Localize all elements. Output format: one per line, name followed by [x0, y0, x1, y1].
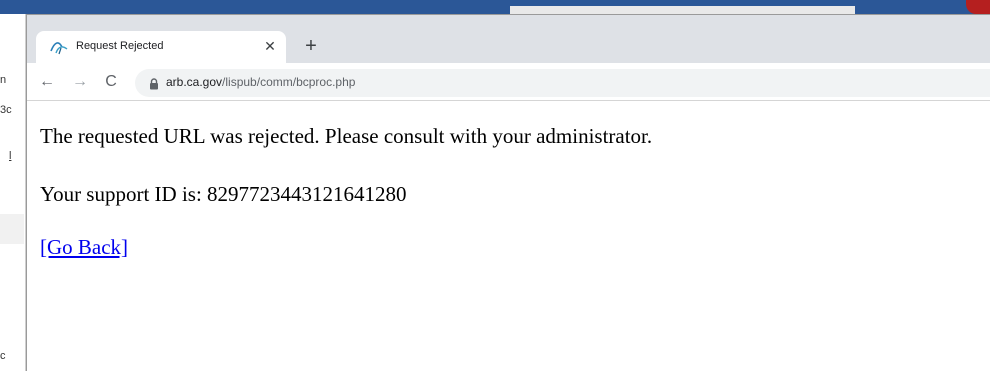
- background-window-edge: n 3c l c: [0, 14, 26, 371]
- background-panel: [0, 214, 24, 244]
- background-window-tab: [510, 6, 855, 14]
- reload-icon[interactable]: C: [101, 72, 121, 92]
- new-tab-button[interactable]: +: [301, 36, 321, 56]
- tab-title: Request Rejected: [76, 40, 164, 52]
- lock-icon[interactable]: [149, 77, 159, 90]
- back-arrow-icon[interactable]: ←: [37, 72, 57, 92]
- background-text-fragment: c: [0, 350, 6, 362]
- background-taskbar: [0, 0, 990, 14]
- go-back-container: [Go Back]: [40, 235, 128, 260]
- url-text[interactable]: arb.ca.gov/lispub/comm/bcproc.php: [166, 75, 355, 89]
- tab-strip: Request Rejected ✕ +: [27, 15, 990, 63]
- background-close-area: [966, 0, 990, 14]
- background-text-fragment: l: [9, 150, 12, 162]
- ca-arb-icon: [50, 39, 68, 55]
- page-content: The requested URL was rejected. Please c…: [27, 102, 990, 371]
- browser-toolbar: ← → C arb.ca.gov/lispub/comm/bcproc.php: [27, 63, 990, 101]
- close-icon[interactable]: ✕: [262, 38, 278, 54]
- background-text-fragment: n: [0, 74, 7, 86]
- url-domain: arb.ca.gov: [166, 75, 223, 89]
- background-text-fragment: 3c: [0, 104, 12, 116]
- forward-arrow-icon[interactable]: →: [70, 72, 90, 92]
- tab-request-rejected[interactable]: Request Rejected ✕: [36, 31, 286, 63]
- rejection-message: The requested URL was rejected. Please c…: [40, 124, 653, 148]
- address-bar[interactable]: arb.ca.gov/lispub/comm/bcproc.php: [135, 69, 990, 97]
- url-path: /lispub/comm/bcproc.php: [222, 75, 356, 89]
- go-back-link[interactable]: [Go Back]: [40, 235, 128, 259]
- support-id-message: Your support ID is: 8297723443121641280: [40, 182, 407, 206]
- browser-window: Request Rejected ✕ + ← → C arb.ca.gov/li…: [26, 14, 990, 371]
